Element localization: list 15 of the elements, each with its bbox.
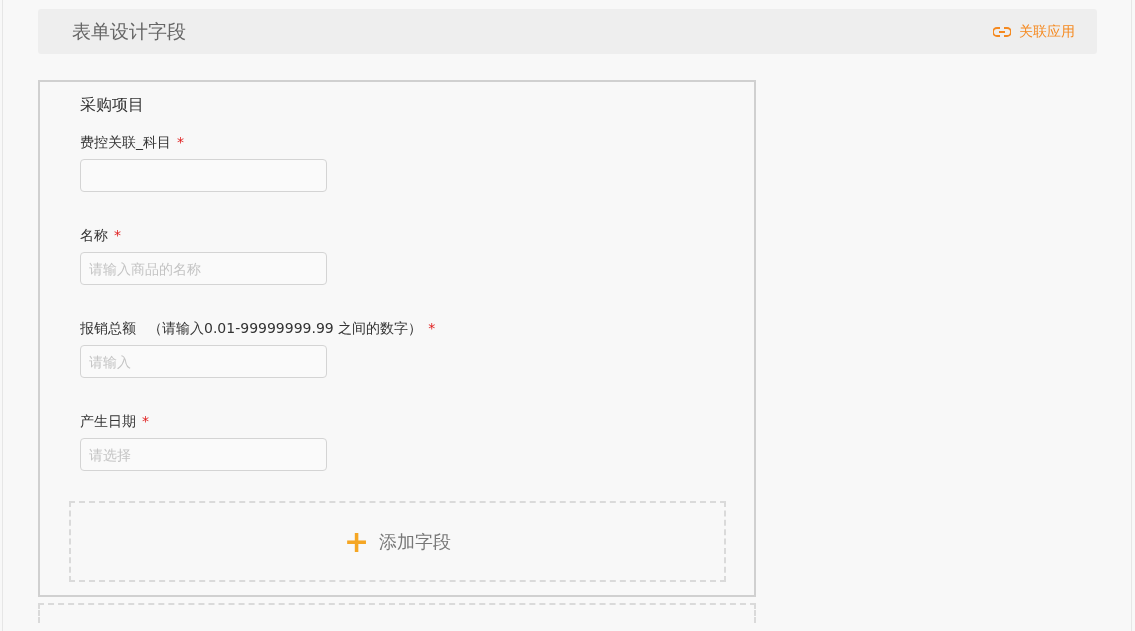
page-title: 表单设计字段 <box>72 18 186 44</box>
input-field[interactable] <box>80 159 327 192</box>
required-mark: * <box>177 134 184 150</box>
required-mark: * <box>114 227 121 243</box>
field-label: 名称 <box>80 227 108 245</box>
plus-icon: + <box>343 526 370 557</box>
add-field-button[interactable]: + 添加字段 <box>69 501 726 582</box>
link-icon <box>993 25 1011 38</box>
field-label: 报销总额 <box>80 320 136 338</box>
field-label: 费控关联_科目 <box>80 134 171 152</box>
field-label: 产生日期 <box>80 413 136 431</box>
required-mark: * <box>142 413 149 429</box>
required-mark: * <box>428 320 436 336</box>
field-hint: （请输入0.01-99999999.99 之间的数字） <box>148 320 423 338</box>
section-title: 采购项目 <box>80 95 145 116</box>
